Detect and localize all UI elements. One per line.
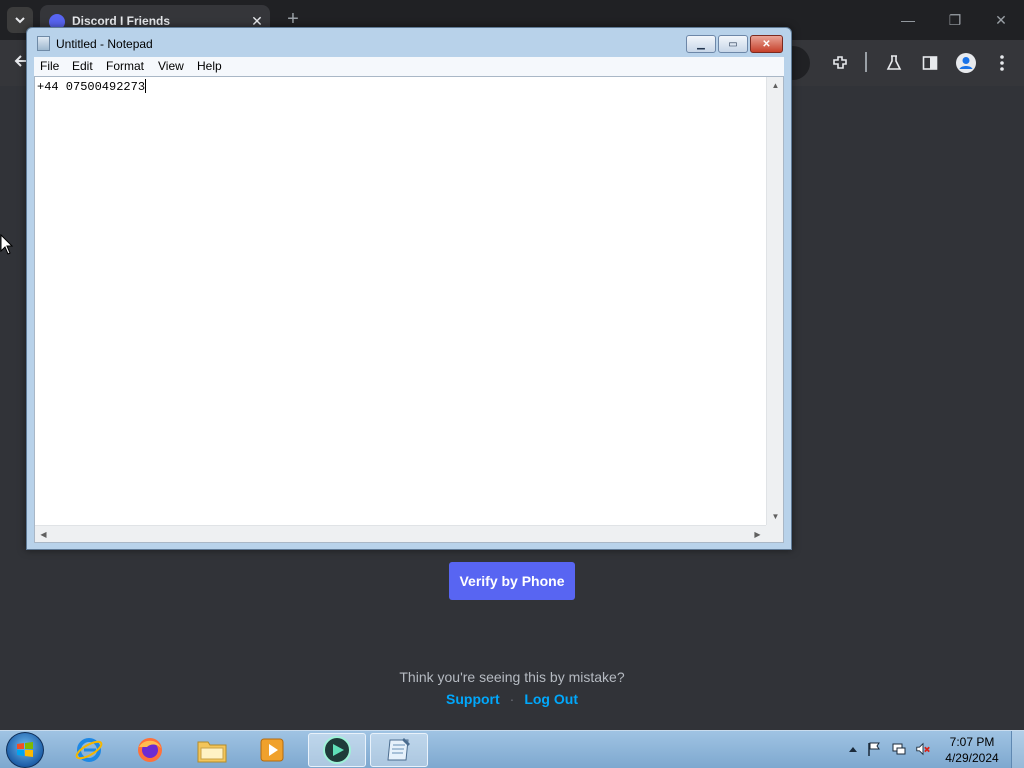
side-panel-icon[interactable]	[919, 52, 941, 74]
menu-format[interactable]: Format	[106, 59, 144, 73]
clock-time: 7:07 PM	[949, 735, 995, 749]
network-icon[interactable]	[891, 741, 907, 757]
notepad-close-button[interactable]: ✕	[750, 35, 783, 53]
notepad-menubar: File Edit Format View Help	[34, 57, 784, 76]
menu-help[interactable]: Help	[197, 59, 222, 73]
browser-close-button[interactable]: ✕	[986, 10, 1016, 30]
chevron-down-icon	[15, 17, 25, 24]
tab-title: Discord I Friends	[72, 14, 171, 28]
notepad-titlebar[interactable]: Untitled - Notepad ▁ ▭ ✕	[27, 28, 791, 58]
action-center-flag-icon[interactable]	[866, 741, 882, 757]
notepad-window[interactable]: Untitled - Notepad ▁ ▭ ✕ File Edit Forma…	[26, 27, 792, 550]
show-desktop-button[interactable]	[1011, 731, 1024, 768]
discord-app-icon	[323, 736, 351, 764]
mistake-prompt: Think you're seeing this by mistake?	[399, 669, 625, 685]
taskbar-discord-app[interactable]	[308, 733, 366, 767]
browser-minimize-button[interactable]: —	[893, 10, 923, 30]
resize-grip-icon[interactable]	[766, 525, 783, 542]
notepad-app-icon	[37, 36, 50, 51]
scroll-up-arrow-icon[interactable]: ▲	[767, 77, 784, 94]
logout-link[interactable]: Log Out	[524, 691, 578, 707]
toolbar-divider	[865, 52, 867, 72]
scroll-left-arrow-icon[interactable]: ◀	[35, 526, 52, 543]
firefox-icon	[138, 738, 162, 762]
taskbar-firefox[interactable]	[121, 733, 179, 767]
volume-muted-icon[interactable]	[915, 741, 931, 757]
menu-edit[interactable]: Edit	[72, 59, 93, 73]
taskbar-internet-explorer[interactable]	[60, 733, 118, 767]
windows-taskbar: 7:07 PM 4/29/2024	[0, 730, 1024, 768]
horizontal-scrollbar[interactable]: ◀ ▶	[35, 525, 766, 542]
labs-flask-icon[interactable]	[883, 52, 905, 74]
clock-date: 4/29/2024	[945, 751, 999, 765]
media-player-icon	[260, 738, 284, 762]
system-clock[interactable]: 7:07 PM 4/29/2024	[940, 734, 1004, 766]
show-hidden-icons-icon[interactable]	[845, 741, 861, 757]
notepad-title: Untitled - Notepad	[56, 37, 153, 51]
browser-restore-button[interactable]: ❐	[940, 10, 970, 30]
notepad-content: +44 07500492273	[37, 80, 146, 94]
taskbar-media-player[interactable]	[243, 733, 301, 767]
notepad-icon	[387, 738, 410, 761]
vertical-scrollbar[interactable]: ▲ ▼	[766, 77, 783, 525]
profile-avatar-icon[interactable]	[955, 52, 977, 74]
mouse-cursor-icon	[0, 234, 14, 255]
menu-file[interactable]: File	[40, 59, 59, 73]
scroll-down-arrow-icon[interactable]: ▼	[767, 508, 784, 525]
scroll-right-arrow-icon[interactable]: ▶	[749, 526, 766, 543]
notepad-maximize-button[interactable]: ▭	[718, 35, 748, 53]
verify-by-phone-button[interactable]: Verify by Phone	[449, 562, 575, 600]
text-caret	[145, 79, 147, 93]
taskbar-file-explorer[interactable]	[183, 733, 241, 767]
start-button[interactable]	[6, 732, 44, 768]
notepad-text-area[interactable]: +44 07500492273 ▲ ▼ ◀ ▶	[34, 76, 784, 543]
extensions-puzzle-icon[interactable]	[829, 52, 851, 74]
folder-icon	[197, 741, 227, 763]
notepad-minimize-button[interactable]: ▁	[686, 35, 716, 53]
internet-explorer-icon	[75, 738, 103, 762]
link-separator: ·	[509, 691, 515, 707]
more-menu-icon[interactable]	[991, 52, 1013, 74]
help-links: Support · Log Out	[0, 691, 1024, 707]
windows-logo-icon	[17, 742, 33, 757]
support-link[interactable]: Support	[446, 691, 500, 707]
taskbar-notepad[interactable]	[370, 733, 428, 767]
menu-view[interactable]: View	[158, 59, 184, 73]
